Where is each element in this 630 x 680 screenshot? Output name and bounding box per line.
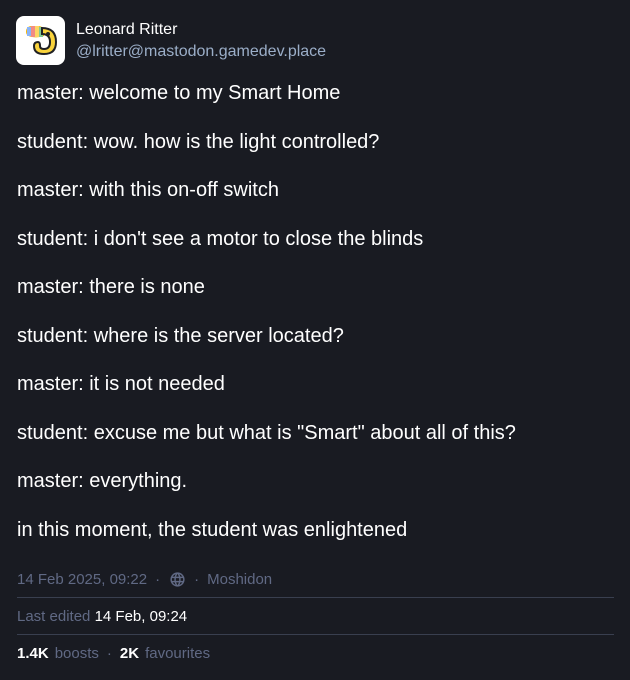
- post-content: master: welcome to my Smart Home student…: [17, 82, 617, 567]
- content-line: master: everything.: [17, 470, 188, 492]
- post-meta: 14 Feb 2025, 09:22 · · Moshidon: [17, 570, 272, 588]
- edited-info[interactable]: Last edited 14 Feb, 09:24: [17, 608, 187, 625]
- toucan-avatar-icon: [25, 25, 57, 55]
- meta-separator: ·: [194, 570, 200, 588]
- edited-time: 14 Feb, 09:24: [94, 608, 188, 625]
- content-line: master: welcome to my Smart Home: [17, 82, 341, 104]
- content-line: master: there is none: [17, 276, 205, 298]
- application-name[interactable]: Moshidon: [207, 571, 272, 588]
- author-display-name[interactable]: Leonard Ritter: [76, 20, 326, 40]
- content-line: in this moment, the student was enlighte…: [17, 518, 408, 541]
- boosts-link[interactable]: 1.4K boosts: [17, 645, 99, 662]
- favourites-count: 2K: [119, 645, 140, 662]
- divider: [17, 597, 614, 598]
- content-line: student: where is the server located?: [17, 324, 344, 347]
- favourites-label: favourites: [145, 645, 211, 662]
- boosts-count: 1.4K: [17, 645, 49, 662]
- globe-icon: [168, 570, 186, 588]
- meta-separator: ·: [155, 570, 161, 588]
- divider: [17, 634, 614, 635]
- content-line: master: with this on-off switch: [17, 179, 279, 201]
- author-names: Leonard Ritter @lritter@mastodon.gamedev…: [76, 16, 326, 62]
- post-timestamp[interactable]: 14 Feb 2025, 09:22: [17, 571, 147, 588]
- avatar[interactable]: [16, 16, 65, 65]
- boosts-label: boosts: [54, 645, 99, 662]
- author-handle[interactable]: @lritter@mastodon.gamedev.place: [76, 42, 326, 62]
- content-line: student: wow. how is the light controlle…: [17, 130, 380, 153]
- post-detail: Leonard Ritter @lritter@mastodon.gamedev…: [0, 0, 630, 680]
- edited-label: Last edited: [17, 608, 91, 625]
- content-line: student: excuse me but what is "Smart" a…: [17, 421, 516, 444]
- post-stats: 1.4K boosts · 2K favourites: [17, 645, 210, 662]
- post-header: Leonard Ritter @lritter@mastodon.gamedev…: [16, 16, 326, 65]
- content-line: student: i don't see a motor to close th…: [17, 227, 424, 250]
- content-line: master: it is not needed: [17, 373, 225, 395]
- stats-separator: ·: [106, 645, 112, 662]
- favourites-link[interactable]: 2K favourites: [120, 645, 210, 662]
